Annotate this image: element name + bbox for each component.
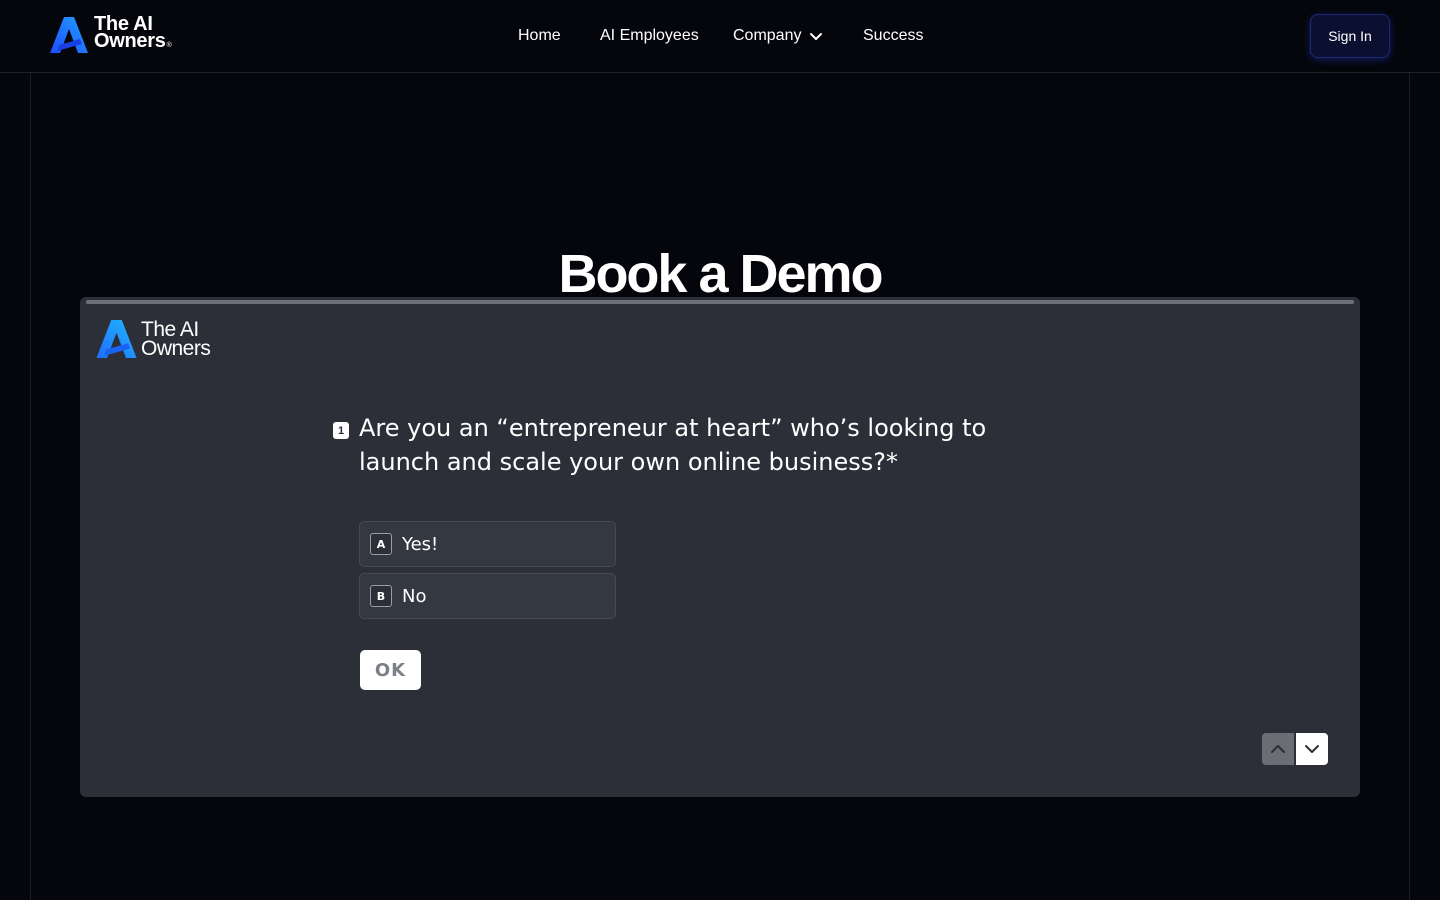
main-nav: Home AI Employees Company Success bbox=[0, 0, 1440, 72]
ok-button[interactable]: OK bbox=[360, 650, 421, 690]
left-border-line bbox=[30, 73, 31, 900]
choice-label: No bbox=[402, 585, 427, 607]
demo-form-card: The AI Owners 1 Are you an “entrepreneur… bbox=[80, 297, 1360, 797]
form-logo-line-2: Owners bbox=[141, 337, 211, 360]
chevron-up-icon bbox=[1271, 745, 1285, 753]
question-nav-arrows bbox=[1262, 733, 1328, 765]
question-text: Are you an “entrepreneur at heart” who’s… bbox=[359, 414, 987, 476]
sign-in-button[interactable]: Sign In bbox=[1310, 14, 1390, 58]
choice-label: Yes! bbox=[402, 533, 439, 555]
form-progress-bar bbox=[86, 300, 1354, 304]
chevron-down-icon bbox=[1305, 745, 1319, 753]
site-header: The AI Owners® Home AI Employees Company… bbox=[0, 0, 1440, 73]
choice-key: A bbox=[370, 533, 392, 555]
logo-icon bbox=[96, 320, 137, 358]
nav-company[interactable]: Company bbox=[733, 26, 823, 46]
chevron-down-icon bbox=[810, 33, 823, 40]
form-logo-text: The AI Owners bbox=[141, 319, 211, 360]
nav-home[interactable]: Home bbox=[518, 26, 561, 46]
choice-no[interactable]: B No bbox=[359, 573, 616, 619]
next-question-button[interactable] bbox=[1296, 733, 1328, 765]
nav-company-label: Company bbox=[733, 27, 802, 44]
right-border-line bbox=[1409, 73, 1410, 900]
nav-success[interactable]: Success bbox=[863, 26, 923, 46]
choice-key: B bbox=[370, 585, 392, 607]
previous-question-button[interactable] bbox=[1262, 733, 1294, 765]
question-block: 1 Are you an “entrepreneur at heart” who… bbox=[333, 411, 1053, 479]
nav-ai-employees[interactable]: AI Employees bbox=[600, 26, 699, 46]
form-logo: The AI Owners bbox=[96, 319, 211, 360]
question-number-badge: 1 bbox=[333, 422, 349, 439]
choice-yes[interactable]: A Yes! bbox=[359, 521, 616, 567]
